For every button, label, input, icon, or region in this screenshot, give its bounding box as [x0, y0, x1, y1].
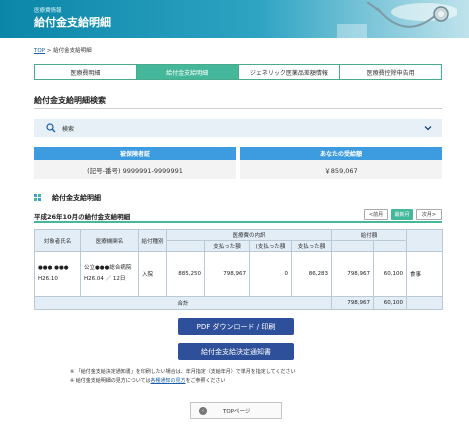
tab-medical-cost[interactable]: 医療費明細 — [35, 65, 137, 79]
note-line-2-suffix: をご参照ください — [185, 378, 226, 384]
total-label: 合計 — [33, 296, 333, 310]
paid-amount-2: 86,283 — [290, 251, 333, 297]
stethoscope-icon — [337, 2, 457, 38]
insurance-card-label: 被保険者証 — [34, 147, 236, 160]
month-divider — [34, 221, 442, 223]
search-icon — [46, 123, 56, 133]
chevron-left-icon: ‹ — [199, 406, 207, 415]
benefit-notice-button[interactable]: 給付金支給決定通知書 — [178, 343, 294, 360]
paid-amount: 798,967 — [204, 251, 250, 297]
benefit-table: 対象者氏名 医療機関名 給付種別 医療費の内訳 給付額 支払った額 (支払った額… — [33, 229, 444, 310]
patient-name: ●●● ●●● — [38, 265, 69, 271]
col-breakdown: 医療費の内訳 — [165, 229, 333, 241]
col-institution: 医療機関名 — [80, 229, 139, 252]
col-paid2: 支払った額 — [290, 240, 333, 252]
pdf-download-button[interactable]: PDF ダウンロード / 印刷 — [178, 318, 294, 335]
tab-benefit-details[interactable]: 給付金支給明細 — [136, 65, 239, 79]
table-row: ●●● ●●● H26.10 公立●●●総合病院 H26.04 ／ 12日 入院… — [34, 251, 444, 297]
benefit-amount-summary: あなたの受給額 ￥859,067 — [240, 147, 442, 179]
col-benefit: 給付額 — [331, 229, 408, 241]
col-type: 給付種別 — [138, 229, 167, 252]
page-header: 医療費情報 給付金支給明細 — [0, 0, 469, 38]
insurance-card-summary: 被保険者証 (記号-番号) 9999991-9999991 — [34, 147, 236, 179]
note-line-1: ※ 「給付金支給決定通知書」を印刷したい場合は、年月指定（支給年月）で単月を指定… — [70, 369, 296, 375]
search-accordion[interactable]: 検索 — [34, 119, 442, 137]
col-patient: 対象者氏名 — [34, 229, 81, 252]
table-total-row: 合計 798,967 60,100 — [33, 296, 444, 310]
total-cost: 885,250 — [166, 251, 205, 297]
grid-icon — [34, 194, 42, 202]
zero-amount: 0 — [249, 251, 292, 297]
institution-period: H26.04 ／ 12日 — [84, 276, 126, 282]
search-label: 検索 — [62, 126, 75, 133]
month-title: 平成26年10月の給付金支給明細 — [34, 213, 131, 221]
chevron-down-icon[interactable] — [424, 124, 432, 132]
top-page-label: TOPページ — [223, 408, 251, 415]
notice-guide-link[interactable]: 各種通知の見方 — [151, 378, 186, 384]
top-page-button[interactable]: ‹ TOPページ — [190, 402, 282, 419]
total-note — [406, 296, 444, 310]
row-note: 食事 — [406, 251, 444, 297]
next-month-button[interactable]: 次月> — [416, 209, 442, 220]
benefit-amount-label: あなたの受給額 — [240, 147, 442, 160]
total-benefit-1: 798,967 — [331, 296, 375, 310]
col-benefit-a — [331, 240, 375, 252]
detail-heading: 給付金支給明細 — [34, 193, 101, 203]
benefit-amount-1: 798,967 — [331, 251, 375, 297]
month-navigation: <前月 最新月 次月> — [361, 209, 442, 220]
note-line-2: ※ 給付金支給明細の見方については各種通知の見方をご参照ください — [70, 377, 295, 386]
detail-title: 給付金支給明細 — [52, 194, 101, 202]
breadcrumb-separator: > — [46, 48, 52, 54]
col-refund-note: (支払った額 — [249, 240, 292, 252]
section-title: 給付金支給明細検索 — [34, 96, 106, 105]
table-header-row: 対象者氏名 医療機関名 給付種別 医療費の内訳 給付額 — [34, 229, 444, 252]
total-benefit-2: 60,100 — [373, 296, 408, 310]
col-blank — [166, 240, 205, 252]
header-category: 医療費情報 — [34, 8, 62, 14]
header-title: 給付金支給明細 — [34, 16, 111, 29]
col-paid: 支払った額 — [204, 240, 250, 252]
breadcrumb-current: 給付金支給明細 — [53, 48, 92, 54]
col-benefit-b — [373, 240, 408, 252]
section-divider — [34, 108, 442, 109]
benefit-amount-2: 60,100 — [373, 251, 408, 297]
benefit-table-wrap: 対象者氏名 医療機関名 給付種別 医療費の内訳 給付額 支払った額 (支払った額… — [33, 229, 444, 310]
benefit-type: 入院 — [138, 251, 167, 297]
col-note — [406, 229, 444, 252]
prev-month-button[interactable]: <前月 — [364, 209, 388, 220]
insurance-card-number: (記号-番号) 9999991-9999991 — [87, 166, 183, 175]
tab-bar: 医療費明細 給付金支給明細 ジェネリック医薬品差額情報 医療費控除申告用 — [34, 64, 442, 80]
latest-month-button[interactable]: 最新月 — [391, 209, 413, 220]
breadcrumb-top-link[interactable]: TOP — [34, 48, 45, 54]
breadcrumb: TOP > 給付金支給明細 — [34, 46, 92, 54]
patient-date: H26.10 — [38, 276, 58, 282]
tab-generic-drug[interactable]: ジェネリック医薬品差額情報 — [238, 65, 341, 79]
institution-name: 公立●●●総合病院 — [84, 265, 132, 271]
note-line-2-prefix: ※ 給付金支給明細の見方については — [70, 378, 151, 384]
tab-tax-deduction[interactable]: 医療費控除申告用 — [340, 65, 441, 79]
notes: ※ 「給付金支給決定通知書」を印刷したい場合は、年月指定（支給年月）で単月を指定… — [70, 368, 295, 386]
benefit-amount-value: ￥859,067 — [324, 166, 358, 175]
